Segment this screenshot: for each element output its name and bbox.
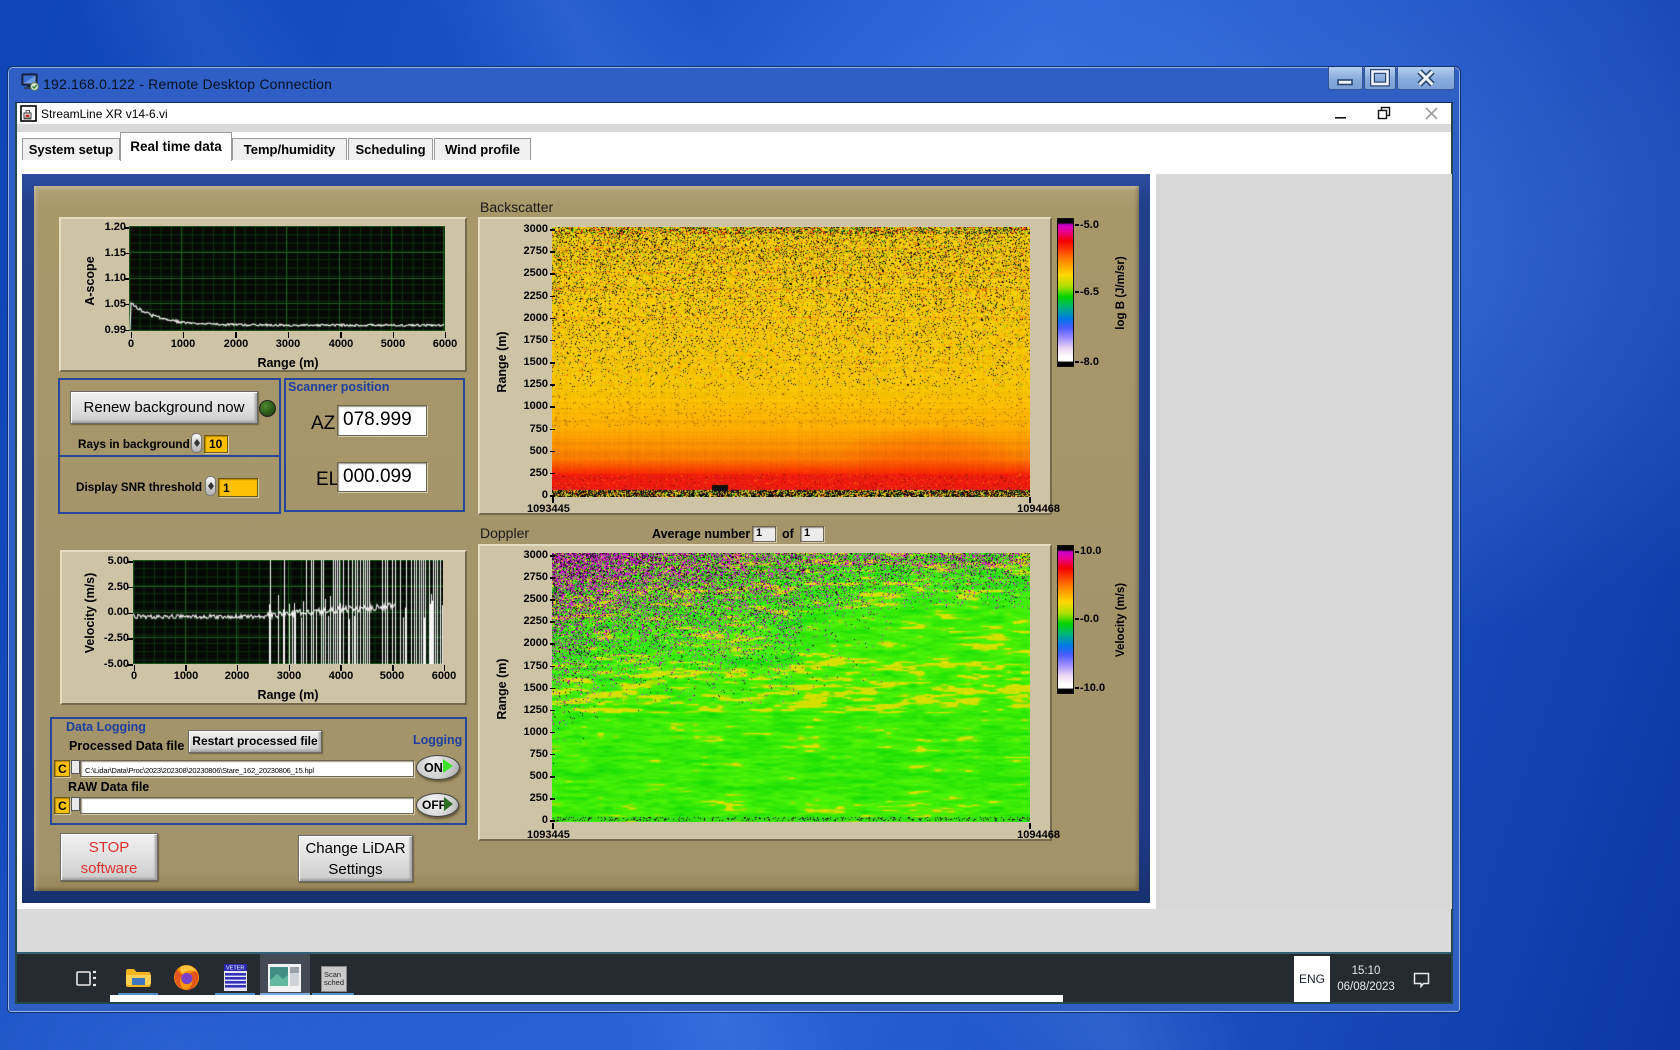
- svg-text:VETER: VETER: [226, 966, 244, 972]
